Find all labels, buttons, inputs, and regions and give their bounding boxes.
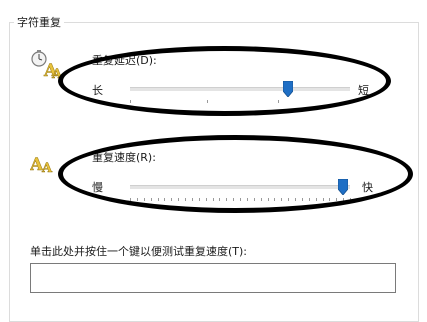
delay-tick [130,100,131,103]
rate-tick [302,198,303,201]
delay-slider-thumb[interactable] [282,80,294,98]
rate-tick [206,198,207,201]
rate-tick [316,198,317,201]
rate-tick [151,198,152,201]
test-input[interactable] [30,263,396,293]
rate-tick [185,198,186,201]
rate-tick [164,198,165,201]
delay-right-label: 短 [358,84,369,97]
rate-label: 重复速度(R): [92,151,156,164]
svg-text:A: A [51,67,63,80]
delay-tick [278,100,279,103]
rate-tick [261,198,262,201]
delay-tick [207,100,208,103]
rate-tick [247,198,248,201]
rate-tick [254,198,255,201]
rate-tick [213,198,214,201]
rate-tick [329,198,330,201]
rate-tick [144,198,145,201]
rate-tick [336,198,337,201]
rate-tick [171,198,172,201]
rate-tick [158,198,159,201]
rate-tick [323,198,324,201]
rate-left-label: 慢 [92,181,103,194]
rate-tick [219,198,220,201]
group-title: 字符重复 [14,14,64,30]
rate-tick [343,198,344,201]
rate-tick [240,198,241,201]
delay-slider[interactable] [130,78,350,108]
rate-tick [137,198,138,201]
rate-tick [130,198,131,201]
delay-left-label: 长 [92,84,103,97]
rate-slider[interactable] [130,176,351,206]
rate-slider-thumb[interactable] [337,178,349,196]
keyboard-rate-icon: A A [29,150,64,177]
delay-slider-track [130,87,350,91]
svg-text:A: A [41,161,53,176]
rate-right-label: 快 [362,181,373,194]
rate-tick [226,198,227,201]
rate-tick [274,198,275,201]
rate-tick [281,198,282,201]
delay-tick [349,100,350,103]
rate-tick [192,198,193,201]
rate-tick [199,198,200,201]
rate-tick [295,198,296,201]
rate-tick [309,198,310,201]
rate-tick [268,198,269,201]
rate-tick [233,198,234,201]
rate-tick [288,198,289,201]
delay-label: 重复延迟(D): [92,54,157,67]
keyboard-delay-icon: A A [30,48,64,82]
rate-slider-track [130,185,350,189]
rate-tick [178,198,179,201]
rate-tick [350,198,351,201]
test-label: 单击此处并按住一个键以便测试重复速度(T): [30,245,248,258]
